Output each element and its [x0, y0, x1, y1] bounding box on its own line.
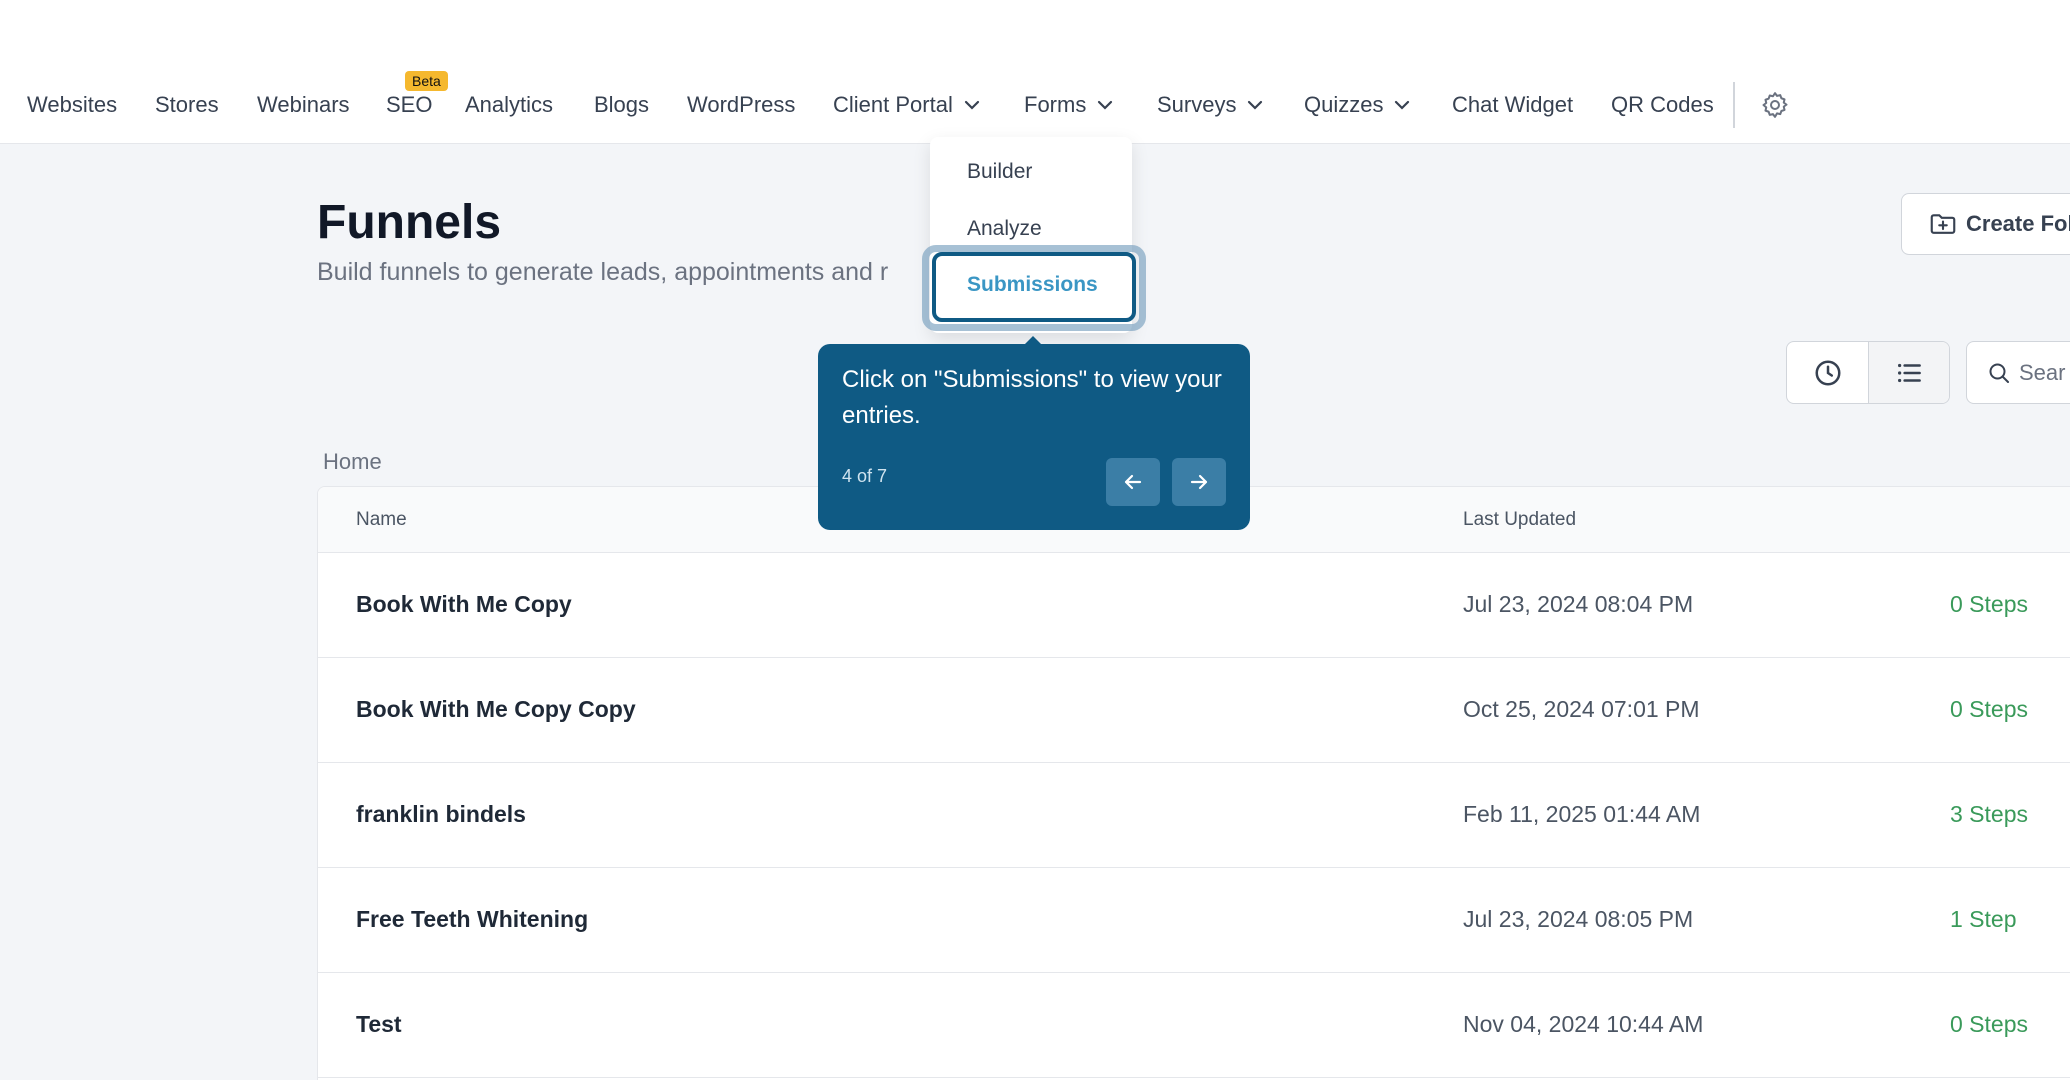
funnels-table: Name Last Updated Book With Me Copy Jul … [317, 486, 2070, 1080]
nav-label: Websites [27, 92, 118, 117]
chevron-down-icon [1248, 100, 1263, 110]
dropdown-item-analyze[interactable]: Analyze [967, 217, 1042, 241]
steps-count: 0 Steps [1950, 591, 2028, 617]
table-row[interactable]: franklin bindels Feb 11, 2025 01:44 AM 3… [318, 763, 2070, 868]
nav-label: Blogs [594, 92, 650, 117]
nav-label: QR Codes [1611, 92, 1714, 117]
nav-item-surveys[interactable]: Surveys [1157, 84, 1264, 126]
table-row[interactable]: Free Teeth Whitening Jul 23, 2024 08:05 … [318, 868, 2070, 973]
search-icon [1989, 363, 2009, 383]
nav-item-webinars[interactable]: Webinars [257, 84, 350, 126]
beta-badge: Beta [405, 71, 448, 91]
nav-item-wordpress[interactable]: WordPress [687, 84, 795, 126]
tooltip-step-counter: 4 of 7 [842, 466, 888, 486]
create-folder-label: Create Fol [1966, 211, 2070, 236]
steps-count: 1 Step [1950, 906, 2017, 932]
funnel-name[interactable]: Book With Me Copy [356, 591, 572, 618]
nav-label: Forms [1024, 92, 1087, 117]
chevron-down-icon [1395, 100, 1410, 110]
nav-label: Stores [155, 92, 219, 117]
tooltip-text: Click on "Submissions" to view your entr… [842, 366, 1222, 429]
steps-count: 3 Steps [1950, 801, 2028, 827]
nav-item-websites[interactable]: Websites [27, 84, 117, 126]
last-updated: Nov 04, 2024 10:44 AM [1463, 1011, 1704, 1037]
column-header-name[interactable]: Name [356, 509, 407, 531]
nav-label: SEO [386, 92, 433, 117]
top-navigation-bar: Websites Stores Webinars SEO Analytics B… [0, 0, 2070, 144]
nav-item-chat-widget[interactable]: Chat Widget [1452, 84, 1573, 126]
nav-label: WordPress [687, 92, 796, 117]
arrow-right-icon [1190, 474, 1208, 490]
nav-label: Client Portal [833, 92, 953, 117]
nav-label: Chat Widget [1452, 92, 1574, 117]
list-view-button[interactable] [1868, 342, 1949, 403]
nav-item-blogs[interactable]: Blogs [594, 84, 649, 126]
recent-view-button[interactable] [1787, 342, 1868, 403]
arrow-left-icon [1124, 474, 1142, 490]
search-placeholder: Sear [2019, 359, 2066, 385]
search-input[interactable]: Sear [1966, 341, 2070, 404]
chevron-down-icon [964, 100, 979, 110]
funnel-name[interactable]: franklin bindels [356, 801, 526, 828]
page-title: Funnels [317, 196, 502, 249]
last-updated: Feb 11, 2025 01:44 AM [1463, 801, 1701, 827]
steps-count: 0 Steps [1950, 1011, 2028, 1037]
nav-divider [1733, 82, 1735, 128]
create-folder-button[interactable]: Create Fol [1901, 193, 2070, 255]
walkthrough-tooltip: Click on "Submissions" to view your entr… [818, 344, 1250, 530]
funnel-name[interactable]: Book With Me Copy Copy [356, 696, 636, 723]
nav-label: Surveys [1157, 92, 1237, 117]
nav-label: Webinars [257, 92, 350, 117]
gear-icon[interactable] [1760, 90, 1790, 120]
table-row[interactable]: Book With Me Copy Copy Oct 25, 2024 07:0… [318, 658, 2070, 763]
breadcrumb[interactable]: Home [323, 449, 382, 475]
last-updated: Jul 23, 2024 08:04 PM [1463, 591, 1694, 617]
dropdown-item-builder[interactable]: Builder [967, 160, 1032, 184]
table-row[interactable]: Test Nov 04, 2024 10:44 AM 0 Steps [318, 973, 2070, 1078]
nav-item-quizzes[interactable]: Quizzes [1304, 84, 1411, 126]
nav-item-stores[interactable]: Stores [155, 84, 219, 126]
folder-plus-icon [1930, 214, 1956, 234]
nav-item-client-portal[interactable]: Client Portal [833, 84, 981, 126]
last-updated: Jul 23, 2024 08:05 PM [1463, 906, 1694, 932]
tooltip-prev-button[interactable] [1106, 458, 1160, 506]
view-toggle [1786, 341, 1950, 404]
chevron-down-icon [1098, 100, 1113, 110]
column-header-last-updated[interactable]: Last Updated [1463, 509, 1576, 531]
dropdown-item-submissions-label[interactable]: Submissions [967, 273, 1098, 297]
funnel-name[interactable]: Test [356, 1011, 402, 1038]
page-subtitle: Build funnels to generate leads, appoint… [317, 258, 889, 286]
nav-item-analytics[interactable]: Analytics [465, 84, 553, 126]
funnel-name[interactable]: Free Teeth Whitening [356, 906, 588, 933]
list-icon [1898, 363, 1921, 382]
table-row[interactable]: Book With Me Copy Jul 23, 2024 08:04 PM … [318, 553, 2070, 658]
nav-item-forms[interactable]: Forms [1024, 84, 1114, 126]
last-updated: Oct 25, 2024 07:01 PM [1463, 696, 1700, 722]
nav-label: Quizzes [1304, 92, 1384, 117]
tooltip-next-button[interactable] [1172, 458, 1226, 506]
clock-icon [1815, 360, 1840, 385]
steps-count: 0 Steps [1950, 696, 2028, 722]
nav-label: Analytics [465, 92, 554, 117]
nav-item-qr-codes[interactable]: QR Codes [1611, 84, 1714, 126]
